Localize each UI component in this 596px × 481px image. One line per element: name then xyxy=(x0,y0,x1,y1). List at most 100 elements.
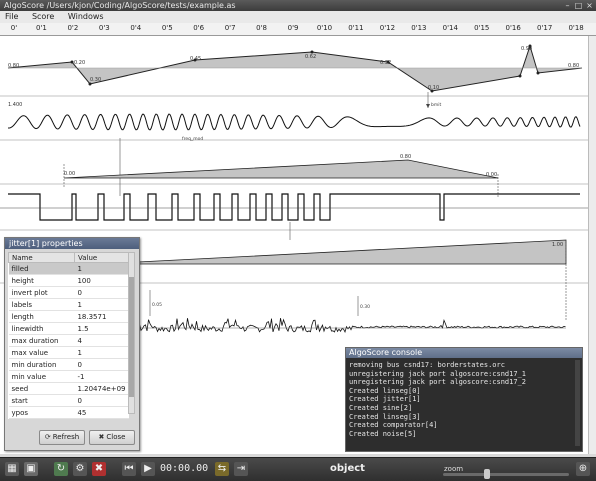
property-row[interactable]: max value 1 xyxy=(8,346,129,359)
time-ruler[interactable]: 0' 0'1 0'2 0'3 0'4 0'5 0'6 0'7 0'8 0'9 0'10 0'11 0'1… xyxy=(0,23,596,36)
console-line: unregistering jack port algoscore:csnd17… xyxy=(349,378,527,387)
property-value[interactable]: -1 xyxy=(74,370,129,383)
noise-label: 0.30 xyxy=(360,304,370,310)
property-value[interactable]: 1 xyxy=(74,262,129,275)
zoom-slider-thumb[interactable] xyxy=(484,469,490,479)
properties-scrollbar[interactable] xyxy=(128,252,135,414)
ruler-tick-label: 0'5 xyxy=(161,24,173,32)
close-window-icon[interactable]: × xyxy=(585,1,594,10)
close-icon: ✖ xyxy=(98,433,105,441)
ruler-tick-label: 0'9 xyxy=(287,24,299,32)
property-name: seed xyxy=(8,382,75,395)
ruler-tick-label: 0'15 xyxy=(474,24,490,32)
ruler-tick-label: 0'12 xyxy=(379,24,396,32)
console-line: Created comparator[4] xyxy=(349,421,438,430)
ruler-tick-label: 0'2 xyxy=(67,24,79,32)
linseg0-label: 0.62 xyxy=(305,54,316,60)
col-value-header[interactable]: Value xyxy=(73,252,130,263)
property-value[interactable]: 1.5 xyxy=(74,322,129,335)
property-name: start xyxy=(8,394,75,407)
property-value[interactable]: 1.20474e+09 xyxy=(74,382,129,395)
mode-label: object xyxy=(330,463,365,474)
ruler-tick-label: 0'13 xyxy=(411,24,427,32)
console-title: AlgoScore console xyxy=(346,348,582,358)
export-icon[interactable]: ⇥ xyxy=(234,462,248,476)
linseg0-label: 0.90 xyxy=(521,46,532,52)
console-line: Created noise[5] xyxy=(349,429,417,438)
noise-label: 0.05 xyxy=(152,302,162,308)
property-row[interactable]: filled 1 xyxy=(8,262,129,275)
transport-toolbar: ▦ ▣ ↻ ⚙ ✖ ⏮ ▶ 00:00.00 ⇆ ⇥ object zoom ⊕ xyxy=(0,457,596,481)
property-value[interactable]: 100 xyxy=(74,274,129,287)
property-name: length xyxy=(8,310,75,323)
property-name: max value xyxy=(8,346,75,359)
property-row[interactable]: min value -1 xyxy=(8,370,129,383)
property-row[interactable]: linewidth 1.5 xyxy=(8,322,129,335)
property-row[interactable]: invert plot 0 xyxy=(8,286,129,299)
property-row[interactable]: start 0 xyxy=(8,394,129,407)
settings-icon[interactable]: ⚙ xyxy=(73,462,87,476)
freq-mod-note: freq_mod xyxy=(182,136,203,142)
play-icon[interactable]: ▶ xyxy=(141,462,155,476)
ruler-tick-label: 0'3 xyxy=(98,24,110,32)
refresh-score-icon[interactable]: ↻ xyxy=(54,462,68,476)
property-value[interactable]: 18.3571 xyxy=(74,310,129,323)
ruler-tick-label: 0'10 xyxy=(316,24,333,32)
property-value[interactable]: 1 xyxy=(74,298,129,311)
property-name: min value xyxy=(8,370,75,383)
console-line: unregistering jack port algoscore:csnd17… xyxy=(349,369,527,378)
linseg0-label: 0.30 xyxy=(90,77,101,83)
refresh-button[interactable]: ⟳ Refresh xyxy=(39,430,85,445)
ruler-tick-label: 0'6 xyxy=(193,24,205,32)
property-value[interactable]: 0 xyxy=(74,286,129,299)
ruler-tick-label: 0' xyxy=(10,24,18,32)
console-line: Created sine[2] xyxy=(349,403,413,412)
property-value[interactable]: 4 xyxy=(74,334,129,347)
console-scrollbar[interactable] xyxy=(575,360,580,446)
properties-table: Name Value filled 1 height 100 invert plot 0 l… xyxy=(8,252,130,419)
comparator-pulses xyxy=(8,193,580,221)
linseg0-label: 0.32 xyxy=(380,60,391,66)
console-line: Created jitter[1] xyxy=(349,395,421,404)
close-button[interactable]: ✖ Close xyxy=(89,430,135,445)
linseg0-label: 0.80 xyxy=(568,63,579,69)
property-row[interactable]: labels 1 xyxy=(8,298,129,311)
ruler-tick-label: 0'16 xyxy=(505,24,521,32)
vertical-scrollbar[interactable] xyxy=(588,36,596,454)
menu-file[interactable]: File xyxy=(5,12,18,21)
property-row[interactable]: height 100 xyxy=(8,274,129,287)
grid-icon[interactable]: ▦ xyxy=(5,462,19,476)
ramp-area xyxy=(137,239,567,265)
property-value[interactable]: 45 xyxy=(74,406,129,419)
maximize-icon[interactable]: □ xyxy=(574,1,583,10)
time-display: 00:00.00 xyxy=(160,463,209,474)
ruler-tick-label: 0'18 xyxy=(568,24,584,32)
console-line: Created linseg[0] xyxy=(349,386,421,395)
stop-icon[interactable]: ✖ xyxy=(92,462,106,476)
properties-panel: jitter[1] properties Name Value filled 1 h… xyxy=(4,237,140,451)
property-value[interactable]: 0 xyxy=(74,394,129,407)
fit-zoom-icon[interactable]: ⊕ xyxy=(576,462,590,476)
property-value[interactable]: 0 xyxy=(74,358,129,371)
ruler-tick-label: 0'11 xyxy=(348,24,364,32)
property-row[interactable]: max duration 4 xyxy=(8,334,129,347)
window-title: AlgoScore /Users/kjon/Coding/AlgoScore/t… xyxy=(4,1,236,10)
properties-title: jitter[1] properties xyxy=(5,238,139,249)
zoom-slider[interactable] xyxy=(443,473,569,476)
property-row[interactable]: length 18.3571 xyxy=(8,310,129,323)
property-row[interactable]: ypos 45 xyxy=(8,406,129,419)
col-name-header[interactable]: Name xyxy=(8,252,75,263)
property-row[interactable]: seed 1.20474e+09 xyxy=(8,382,129,395)
linseg0-label: 0.20 xyxy=(74,60,85,66)
noise-signal xyxy=(137,318,566,334)
console-line: removing bus csnd17: borderstates.orc xyxy=(349,361,505,369)
property-row[interactable]: min duration 0 xyxy=(8,358,129,371)
rewind-icon[interactable]: ⏮ xyxy=(122,462,136,476)
sine-wave xyxy=(7,113,581,131)
menu-score[interactable]: Score xyxy=(32,12,54,21)
save-icon[interactable]: ▣ xyxy=(24,462,38,476)
record-icon[interactable]: ⇆ xyxy=(215,462,229,476)
menu-windows[interactable]: Windows xyxy=(68,12,104,21)
property-value[interactable]: 1 xyxy=(74,346,129,359)
minimize-icon[interactable]: – xyxy=(563,1,572,10)
